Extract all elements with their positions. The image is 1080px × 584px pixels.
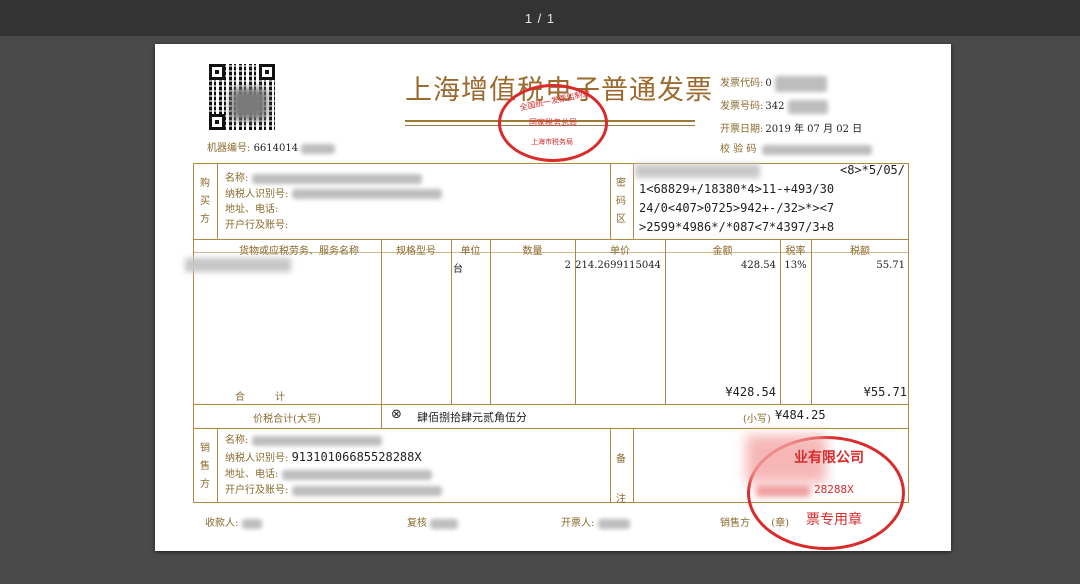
seller-tax-id: 91310106685528288X	[291, 450, 422, 464]
item-qty: 2	[564, 260, 571, 271]
cross-circle-icon: ⊗	[391, 407, 402, 422]
item-name-redacted	[185, 258, 291, 272]
col-header-price: 单价	[610, 246, 630, 257]
col-header-rate: 税率	[785, 246, 806, 257]
grand-total-label: 价税合计(大写)	[253, 414, 321, 425]
buyer-section-label: 购买方	[200, 178, 210, 225]
invoice-date: 开票日期: 2019 年 07 月 02 日	[720, 124, 863, 135]
page-indicator: 1 / 1	[524, 10, 556, 26]
item-rate: 13%	[784, 260, 807, 271]
invoice-number: 发票号码: 342	[720, 97, 828, 114]
reviewer: 复核	[407, 514, 459, 529]
grand-total-uppercase: 肆佰捌拾肆元贰角伍分	[417, 411, 527, 424]
issuer: 开票人:	[561, 514, 630, 529]
total-amount: ¥428.54	[725, 385, 776, 399]
company-stamp: 业有限公司 28288X 票专用章	[746, 435, 905, 550]
item-unit: 台	[453, 264, 463, 275]
item-price: 214.2699115044	[575, 260, 661, 271]
invoice-code: 发票代码: 0	[720, 74, 827, 92]
invoice-page: 机器编号: 6614014 上海增值税电子普通发票 全国统一发票监制章 国家税务…	[155, 44, 951, 551]
col-header-qty: 数量	[522, 246, 543, 257]
item-tax: 55.71	[876, 260, 905, 271]
grand-total-lower-label: (小写)	[743, 414, 771, 425]
remark-section-label: 备注	[616, 454, 626, 505]
machine-number: 机器编号: 6614014	[207, 139, 336, 154]
seller-section-label: 销售方	[200, 443, 210, 490]
qr-code	[209, 64, 275, 130]
col-header-amount: 金额	[712, 246, 733, 257]
viewer-toolbar: 1 / 1	[0, 0, 1080, 36]
total-tax: ¥55.71	[863, 385, 907, 399]
seller-fields: 名称: 纳税人识别号: 91310106685528288X 地址、电话: 开户…	[225, 433, 442, 499]
buyer-fields: 名称: 纳税人识别号: 地址、电话: 开户行及账号:	[225, 171, 442, 233]
grand-total-lower-value: ¥484.25	[775, 408, 826, 422]
seller-footer: 销售方 (章)	[720, 518, 789, 529]
payee: 收款人:	[205, 514, 262, 529]
col-header-name: 货物或应税劳务、服务名称	[239, 246, 359, 257]
total-label: 合 计	[235, 392, 285, 403]
tax-bureau-stamp: 全国统一发票监制章 国家税务总局 上海市税务局	[498, 84, 608, 162]
col-header-tax: 税额	[850, 246, 870, 257]
col-header-spec: 规格型号	[396, 246, 436, 257]
col-header-unit: 单位	[460, 246, 481, 257]
cipher-text: <8>*5/05/ 1<68829+/18380*4>11-+493/30 24…	[639, 163, 905, 234]
check-code: 校 验 码	[720, 140, 872, 155]
cipher-section-label: 密码区	[616, 178, 626, 225]
item-amount: 428.54	[741, 260, 776, 271]
